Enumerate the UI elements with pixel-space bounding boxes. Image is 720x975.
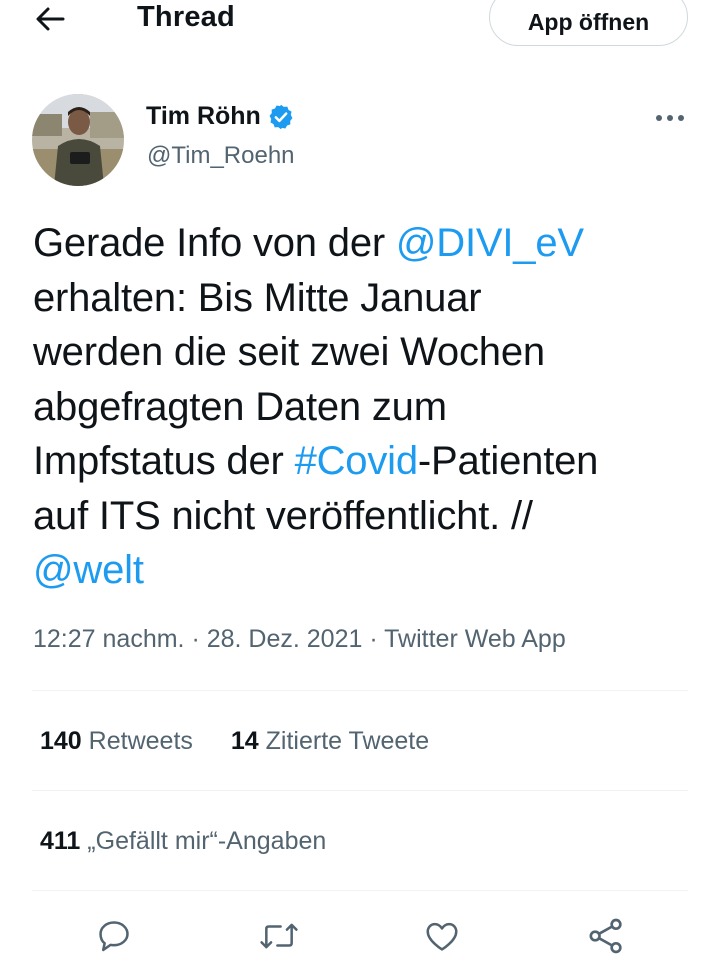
retweets-stat[interactable]: 140 Retweets bbox=[40, 727, 193, 756]
tweet-time[interactable]: 12:27 nachm. bbox=[33, 625, 185, 653]
avatar[interactable] bbox=[32, 94, 124, 186]
more-options-button[interactable] bbox=[650, 105, 690, 131]
divider bbox=[32, 790, 688, 791]
quote-tweets-label: Zitierte Tweete bbox=[265, 727, 430, 755]
share-icon bbox=[589, 918, 622, 954]
like-icon bbox=[426, 922, 458, 951]
back-button[interactable] bbox=[30, 2, 70, 36]
tweet-metadata: 12:27 nachm. · 28. Dez. 2021 · Twitter W… bbox=[33, 625, 566, 654]
hashtag-link-covid[interactable]: #Covid bbox=[295, 439, 419, 483]
tweet-text-segment: -Patienten bbox=[417, 439, 599, 483]
tweet-source[interactable]: Twitter Web App bbox=[384, 625, 566, 653]
likes-stat[interactable]: 411 „Gefällt mir“-Angaben bbox=[40, 827, 326, 856]
likes-stats-row: 411 „Gefällt mir“-Angaben bbox=[40, 827, 364, 856]
author-handle[interactable]: @Tim_Roehn bbox=[147, 142, 295, 170]
reply-button[interactable] bbox=[90, 912, 138, 960]
retweet-stats-row: 140 Retweets 14 Zitierte Tweete bbox=[40, 727, 467, 756]
tweet-date[interactable]: 28. Dez. 2021 bbox=[207, 625, 363, 653]
top-bar: Thread App öffnen bbox=[0, 0, 720, 50]
author-name[interactable]: Tim Röhn bbox=[146, 102, 295, 131]
divider bbox=[32, 690, 688, 691]
verified-badge-icon bbox=[267, 103, 295, 131]
tweet-text-line: werden die seit zwei Wochen bbox=[33, 330, 545, 374]
retweet-button[interactable] bbox=[255, 912, 303, 960]
retweets-count: 140 bbox=[40, 727, 82, 755]
arrow-left-icon bbox=[36, 7, 65, 31]
tweet-text-line: abgefragten Daten zum bbox=[33, 384, 447, 429]
like-button[interactable] bbox=[418, 912, 466, 960]
more-horizontal-icon bbox=[656, 115, 684, 121]
likes-label: „Gefällt mir“-Angaben bbox=[87, 827, 327, 855]
retweet-icon bbox=[260, 923, 298, 949]
mention-link-welt[interactable]: @welt bbox=[33, 548, 144, 592]
quote-tweets-stat[interactable]: 14 Zitierte Tweete bbox=[231, 727, 429, 756]
meta-separator: · bbox=[362, 625, 385, 653]
reply-icon bbox=[99, 921, 129, 952]
page-title: Thread bbox=[137, 1, 235, 33]
divider bbox=[32, 890, 688, 891]
tweet-text-line: erhalten: Bis Mitte Januar bbox=[33, 275, 482, 320]
author-name-text: Tim Röhn bbox=[146, 102, 261, 130]
tweet-text-line: auf ITS nicht veröffentlicht. // bbox=[33, 493, 533, 538]
tweet-text-segment: Impfstatus der bbox=[33, 439, 295, 483]
share-button[interactable] bbox=[582, 912, 630, 960]
retweets-label: Retweets bbox=[88, 727, 193, 755]
tweet-text: Gerade Info von der @DIVI_eV erhalten: B… bbox=[33, 216, 703, 598]
mention-link-divi[interactable]: @DIVI_eV bbox=[396, 221, 584, 265]
likes-count: 411 bbox=[40, 827, 81, 855]
meta-separator: · bbox=[184, 625, 207, 653]
tweet-action-bar bbox=[0, 912, 720, 962]
open-app-button[interactable]: App öffnen bbox=[489, 0, 688, 46]
quote-tweets-count: 14 bbox=[230, 727, 259, 755]
tweet-text-segment: Gerade Info von der bbox=[33, 221, 396, 265]
